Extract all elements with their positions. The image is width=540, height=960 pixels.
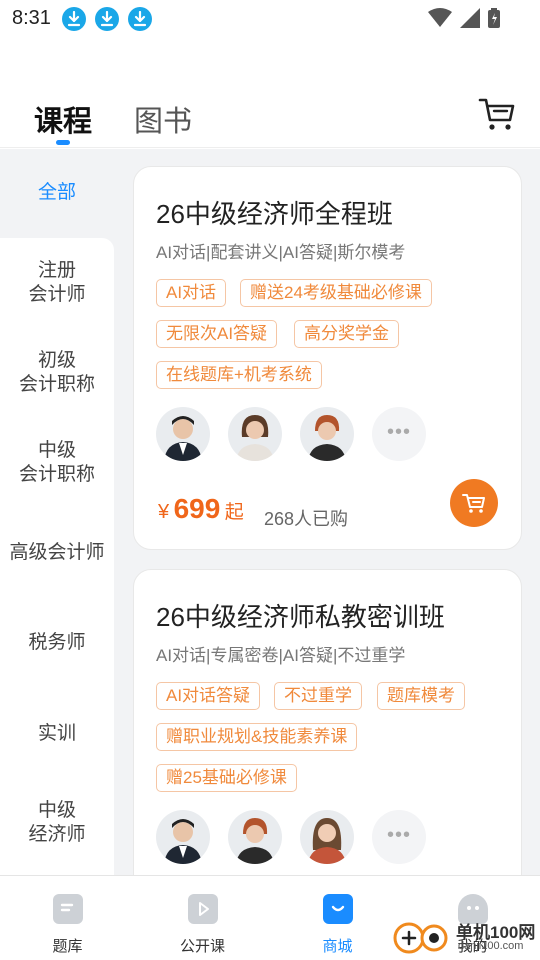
course-subtitle: AI对话|专属密卷|AI答疑|不过重学 bbox=[156, 646, 406, 665]
tab-course[interactable]: 课程 bbox=[34, 98, 92, 140]
cart-icon[interactable] bbox=[478, 96, 516, 132]
course-card[interactable]: 26中级经济师全程班 AI对话|配套讲义|AI答疑|斯尔模考 AI对话 赠送24… bbox=[133, 166, 522, 550]
download-icon bbox=[62, 7, 86, 31]
teacher-avatar bbox=[156, 407, 210, 461]
sidebar-item-intermediate-economist[interactable]: 中级 经济师 bbox=[0, 799, 114, 847]
question-bank-icon bbox=[52, 894, 83, 924]
download-icon bbox=[95, 7, 119, 31]
course-tag: 无限次AI答疑 bbox=[156, 320, 278, 348]
sidebar-item-intermediate-accountant[interactable]: 中级 会计职称 bbox=[0, 439, 114, 487]
cart-icon bbox=[462, 494, 485, 513]
more-teachers[interactable]: ••• bbox=[372, 407, 426, 461]
course-card[interactable]: 26中级经济师私教密训班 AI对话|专属密卷|AI答疑|不过重学 AI对话答疑 … bbox=[133, 569, 522, 875]
sidebar-item-senior-accountant[interactable]: 高级会计师 bbox=[0, 541, 114, 565]
sidebar-item-tax-agent[interactable]: 税务师 bbox=[0, 631, 114, 655]
nav-item-store[interactable]: 商城 bbox=[270, 876, 405, 960]
signal-icon bbox=[460, 8, 480, 28]
watermark-url: danji100.com bbox=[458, 940, 524, 952]
course-tag: 赠职业规划&技能素养课 bbox=[156, 723, 358, 751]
course-tag: AI对话 bbox=[156, 279, 227, 307]
add-to-cart-button[interactable] bbox=[450, 479, 498, 527]
teacher-avatar bbox=[156, 810, 210, 864]
download-icon bbox=[128, 7, 152, 31]
shopping-bag-icon bbox=[322, 894, 353, 924]
header: 课程 图书 bbox=[0, 38, 540, 148]
course-tag: 不过重学 bbox=[274, 682, 362, 710]
tab-book[interactable]: 图书 bbox=[134, 98, 192, 140]
teacher-avatar bbox=[300, 407, 354, 461]
sidebar-item-all[interactable]: 全部 bbox=[0, 181, 114, 205]
more-teachers[interactable]: ••• bbox=[372, 810, 426, 864]
sold-count: 268人已购 bbox=[264, 509, 349, 529]
course-title: 26中级经济师私教密训班 bbox=[156, 602, 445, 632]
course-tag: 题库模考 bbox=[377, 682, 465, 710]
play-video-icon bbox=[187, 894, 218, 924]
content-area: 全部 注册 会计师 初级 会计职称 中级 会计职称 高级会计师 税务师 实训 中… bbox=[0, 149, 540, 875]
course-tag: 赠25基础必修课 bbox=[156, 764, 297, 792]
teacher-avatar bbox=[228, 407, 282, 461]
course-price: ¥ 699 起 bbox=[158, 493, 244, 524]
course-subtitle: AI对话|配套讲义|AI答疑|斯尔模考 bbox=[156, 243, 406, 262]
course-title: 26中级经济师全程班 bbox=[156, 199, 393, 229]
tab-indicator bbox=[56, 140, 70, 145]
sidebar-item-cpa[interactable]: 注册 会计师 bbox=[0, 259, 114, 307]
nav-item-open-class[interactable]: 公开课 bbox=[135, 876, 270, 960]
course-tag: 高分奖学金 bbox=[294, 320, 399, 348]
teacher-avatar bbox=[228, 810, 282, 864]
course-tag: AI对话答疑 bbox=[156, 682, 261, 710]
sidebar-item-practice[interactable]: 实训 bbox=[0, 722, 114, 746]
course-tag: 赠送24考级基础必修课 bbox=[240, 279, 432, 307]
status-bar: 8:31 bbox=[0, 0, 540, 38]
nav-item-question-bank[interactable]: 题库 bbox=[0, 876, 135, 960]
category-sidebar: 全部 注册 会计师 初级 会计职称 中级 会计职称 高级会计师 税务师 实训 中… bbox=[0, 149, 114, 875]
battery-icon bbox=[488, 8, 500, 28]
course-tag: 在线题库+机考系统 bbox=[156, 361, 322, 389]
status-time: 8:31 bbox=[12, 7, 51, 29]
sidebar-item-junior-accountant[interactable]: 初级 会计职称 bbox=[0, 349, 114, 397]
wifi-icon bbox=[428, 8, 452, 27]
teacher-avatar bbox=[300, 810, 354, 864]
